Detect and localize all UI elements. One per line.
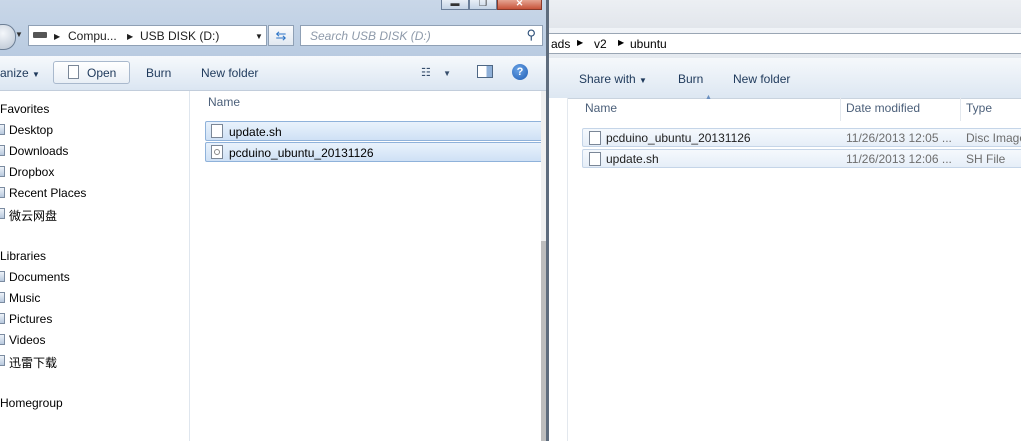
new-folder-button[interactable]: New folder	[733, 72, 790, 86]
file-icon	[68, 65, 79, 79]
file-date: 11/26/2013 12:05 ...	[846, 131, 952, 145]
column-header-date-modified[interactable]: Date modified	[840, 97, 961, 121]
music-icon	[0, 292, 5, 303]
file-name: update.sh	[606, 152, 659, 166]
nav-header-favorites[interactable]: Favorites	[0, 102, 49, 116]
new-folder-button[interactable]: New folder	[201, 66, 258, 80]
breadcrumb-separator-icon[interactable]: ▶	[577, 38, 583, 47]
nav-item-desktop[interactable]: Desktop	[9, 123, 53, 137]
chevron-down-icon: ▼	[639, 76, 647, 85]
chevron-down-icon: ▼	[443, 69, 452, 78]
column-header-name[interactable]: Name	[208, 95, 240, 109]
title-bar[interactable]	[545, 0, 1021, 28]
column-header-name[interactable]: Name	[579, 97, 841, 121]
preview-pane-button[interactable]	[477, 65, 493, 78]
breadcrumb-separator-icon[interactable]: ▶	[127, 32, 133, 41]
help-button[interactable]: ?	[512, 64, 528, 80]
nav-item-downloads[interactable]: Downloads	[9, 144, 68, 158]
nav-item-xunlei[interactable]: 迅雷下载	[9, 354, 57, 371]
breadcrumb-computer[interactable]: Compu...	[68, 29, 117, 43]
chevron-down-icon: ▼	[32, 70, 40, 79]
videos-icon	[0, 334, 5, 345]
nav-item-videos[interactable]: Videos	[9, 333, 45, 347]
breadcrumb-ubuntu[interactable]: ubuntu	[630, 37, 667, 51]
file-name: update.sh	[229, 125, 282, 139]
file-type: SH File	[966, 152, 1006, 166]
minimize-button[interactable]: ▬	[441, 0, 469, 10]
address-bar[interactable]	[543, 33, 1021, 54]
nav-item-music[interactable]: Music	[9, 291, 40, 305]
desktop-icon	[0, 124, 5, 135]
drive-icon	[33, 32, 47, 38]
file-row[interactable]: update.sh	[205, 121, 545, 141]
file-icon	[589, 152, 601, 166]
help-icon: ?	[516, 66, 524, 78]
caption-buttons: ▬ ❐ ✕	[441, 0, 542, 11]
file-name: pcduino_ubuntu_20131126	[606, 131, 751, 145]
folder-icon	[0, 355, 5, 366]
column-header-type[interactable]: Type	[960, 97, 1021, 121]
disc-image-icon	[211, 145, 223, 159]
cloud-drive-icon	[0, 208, 5, 219]
breadcrumb-separator-icon[interactable]: ▶	[618, 38, 624, 47]
explorer-window-usb-disk: ▬ ❐ ✕ ▼ ▶ Compu... ▶ USB DISK (D:) ▼ ⇆ S…	[0, 0, 549, 441]
share-with-button[interactable]: Share with ▼	[579, 72, 647, 86]
vertical-scrollbar[interactable]	[541, 91, 546, 441]
recent-places-icon	[0, 187, 5, 198]
refresh-icon: ⇆	[275, 28, 287, 43]
breadcrumb-v2[interactable]: v2	[594, 37, 607, 51]
file-row[interactable]: pcduino_ubuntu_20131126 11/26/2013 12:05…	[582, 128, 1021, 147]
change-view-button[interactable]: ☷ ▼	[421, 66, 451, 79]
file-row[interactable]: update.sh 11/26/2013 12:06 ... SH File	[582, 149, 1021, 168]
explorer-window-ubuntu: ads ▶ v2 ▶ ubuntu Share with ▼ Burn New …	[543, 0, 1021, 441]
breadcrumb-usb-disk[interactable]: USB DISK (D:)	[140, 29, 219, 43]
nav-item-documents[interactable]: Documents	[9, 270, 70, 284]
organize-button[interactable]: anize ▼	[0, 66, 40, 80]
downloads-icon	[0, 145, 5, 156]
open-button[interactable]: Open	[53, 61, 130, 84]
burn-button[interactable]: Burn	[678, 72, 703, 86]
file-icon	[211, 124, 223, 138]
file-name: pcduino_ubuntu_20131126	[229, 146, 374, 160]
nav-item-dropbox[interactable]: Dropbox	[9, 165, 54, 179]
refresh-button[interactable]: ⇆	[268, 25, 294, 46]
breadcrumb-downloads[interactable]: ads	[551, 37, 570, 51]
file-row[interactable]: pcduino_ubuntu_20131126	[205, 142, 545, 162]
breadcrumb-separator-icon[interactable]: ▶	[54, 32, 60, 41]
address-bar[interactable]: ▶ Compu... ▶ USB DISK (D:) ▼	[28, 25, 267, 46]
address-dropdown-icon[interactable]: ▼	[255, 32, 263, 41]
search-icon[interactable]: ⚲	[526, 27, 536, 43]
nav-header-homegroup[interactable]: Homegroup	[0, 396, 63, 410]
disc-image-icon	[589, 131, 601, 145]
nav-header-libraries[interactable]: Libraries	[0, 249, 46, 263]
search-placeholder: Search USB DISK (D:)	[310, 29, 431, 43]
maximize-button[interactable]: ❐	[469, 0, 497, 10]
search-input[interactable]: Search USB DISK (D:) ⚲	[300, 25, 543, 46]
close-button[interactable]: ✕	[497, 0, 542, 10]
nav-item-pictures[interactable]: Pictures	[9, 312, 52, 326]
scrollbar-thumb[interactable]	[541, 241, 546, 441]
nav-item-weiyun[interactable]: 微云网盘	[9, 207, 57, 224]
pictures-icon	[0, 313, 5, 324]
dropbox-icon	[0, 166, 5, 177]
file-type: Disc Image	[966, 131, 1021, 145]
view-list-icon: ☷	[421, 67, 431, 79]
documents-icon	[0, 271, 5, 282]
recent-pages-dropdown-icon[interactable]: ▼	[15, 30, 23, 39]
burn-button[interactable]: Burn	[146, 66, 171, 80]
nav-item-recent-places[interactable]: Recent Places	[9, 186, 86, 200]
file-date: 11/26/2013 12:06 ...	[846, 152, 952, 166]
